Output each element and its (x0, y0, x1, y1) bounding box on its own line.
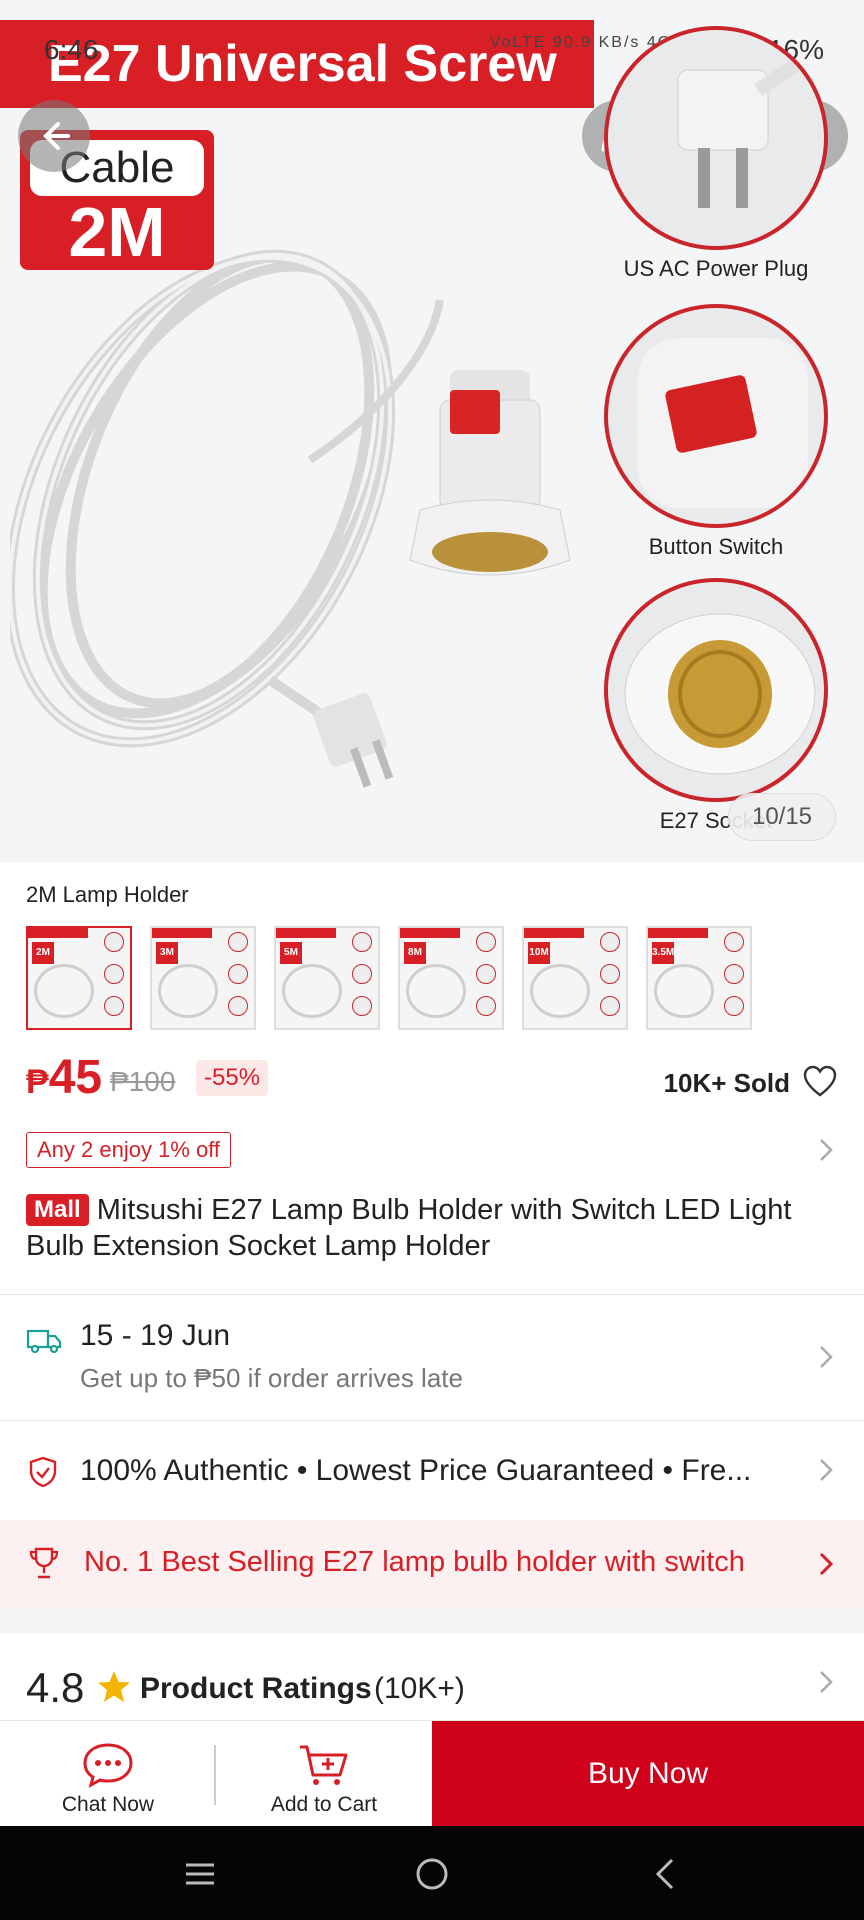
socket-icon (604, 578, 828, 802)
bottom-action-bar: Chat Now Add to Cart Buy Now (0, 1720, 864, 1827)
star-icon (98, 1671, 130, 1702)
product-title-text: Mitsushi E27 Lamp Bulb Holder with Switc… (26, 1194, 792, 1262)
detail-plug: US AC Power Plug (604, 26, 828, 282)
variant-thumb-5m[interactable]: 5M (274, 926, 380, 1030)
rating-score: 4.8 (26, 1664, 85, 1711)
chat-icon (83, 1743, 133, 1788)
section-gap (0, 1608, 864, 1634)
variant-tag: 8M (404, 942, 426, 964)
guarantee-text: 100% Authentic • Lowest Price Guaranteed… (80, 1454, 752, 1487)
variant-tag: 10M (528, 942, 550, 964)
variant-thumb-3-5m[interactable]: 3.5M (646, 926, 752, 1030)
status-time: 6:46 (44, 34, 99, 65)
back-nav-icon[interactable] (646, 1854, 686, 1894)
variant-tag: 2M (32, 942, 54, 964)
trophy-icon (29, 1547, 59, 1579)
variant-tag: 3.5M (652, 942, 674, 964)
variant-thumbnails: 2M 3M 5M 8M 10M 3.5M (26, 926, 752, 1030)
discount-badge: -55% (196, 1060, 269, 1096)
chevron-right-icon (820, 1671, 833, 1693)
back-button[interactable] (18, 100, 90, 172)
variant-thumb-2m[interactable]: 2M (26, 926, 132, 1030)
price-row: ₱45 ₱100 -55% 10K+ Sold (26, 1050, 838, 1110)
arrow-left-icon (43, 122, 70, 150)
buy-now-button[interactable]: Buy Now (432, 1721, 864, 1827)
sold-count: 10K+ Sold (663, 1068, 790, 1098)
detail-switch: Button Switch (604, 304, 828, 560)
ratings-label: Product Ratings (140, 1672, 372, 1705)
chat-now-label: Chat Now (61, 1793, 155, 1816)
ratings-count: (10K+) (374, 1672, 465, 1705)
cable-length: 2M (68, 193, 166, 271)
promo-tag: Any 2 enjoy 1% off (26, 1132, 232, 1168)
product-image-lamp-holder (409, 370, 571, 576)
truck-icon (26, 1329, 62, 1354)
product-image-carousel[interactable]: E27 Universal Screw Cable 2M 6:46 VoLTE … (0, 0, 864, 862)
variant-tag: 3M (156, 942, 178, 964)
late-guarantee: Get up to ₱50 if order arrives late (80, 1363, 463, 1393)
product-title: Mall Mitsushi E27 Lamp Bulb Holder with S… (26, 1192, 846, 1264)
promo-row[interactable]: Any 2 enjoy 1% off (26, 1132, 838, 1168)
ratings-row[interactable]: 4.8 Product Ratings (10K+) (0, 1634, 864, 1730)
switch-icon (604, 304, 828, 528)
detail-caption: US AC Power Plug (623, 256, 809, 281)
chevron-right-icon (820, 1459, 833, 1481)
variant-tag: 5M (280, 942, 302, 964)
chat-now-button[interactable]: Chat Now (0, 1721, 216, 1827)
chevron-right-icon (819, 1552, 834, 1576)
shield-check-icon (29, 1456, 57, 1488)
chevron-right-icon (820, 1346, 833, 1368)
detail-caption: Button Switch (648, 534, 784, 559)
heart-icon[interactable] (802, 1064, 838, 1100)
current-price: ₱45 (26, 1050, 102, 1105)
currency-symbol: ₱ (26, 1063, 49, 1101)
shipping-row[interactable]: 15 - 19 Jun Get up to ₱50 if order arriv… (0, 1295, 864, 1420)
variant-thumb-8m[interactable]: 8M (398, 926, 504, 1030)
variant-thumb-3m[interactable]: 3M (150, 926, 256, 1030)
variant-label: 2M Lamp Holder (26, 882, 189, 907)
chevron-right-icon (820, 1139, 833, 1161)
original-price: ₱100 (110, 1066, 176, 1097)
system-navigation-bar (0, 1826, 864, 1920)
home-icon[interactable] (412, 1854, 452, 1894)
add-to-cart-label: Add to Cart (270, 1793, 378, 1816)
plug-icon (604, 26, 828, 250)
delivery-dates: 15 - 19 Jun (80, 1319, 231, 1352)
add-to-cart-icon (300, 1745, 348, 1785)
best-seller-text: No. 1 Best Selling E27 lamp bulb holder … (84, 1546, 745, 1578)
image-counter: 10/15 (728, 793, 836, 841)
add-to-cart-button[interactable]: Add to Cart (216, 1721, 432, 1827)
mall-badge: Mall (26, 1194, 89, 1226)
price-amount: 45 (48, 1051, 103, 1104)
recent-apps-icon[interactable] (180, 1854, 220, 1894)
variant-thumb-10m[interactable]: 10M (522, 926, 628, 1030)
best-seller-banner[interactable]: No. 1 Best Selling E27 lamp bulb holder … (0, 1520, 864, 1608)
guarantee-row[interactable]: 100% Authentic • Lowest Price Guaranteed… (0, 1420, 864, 1520)
